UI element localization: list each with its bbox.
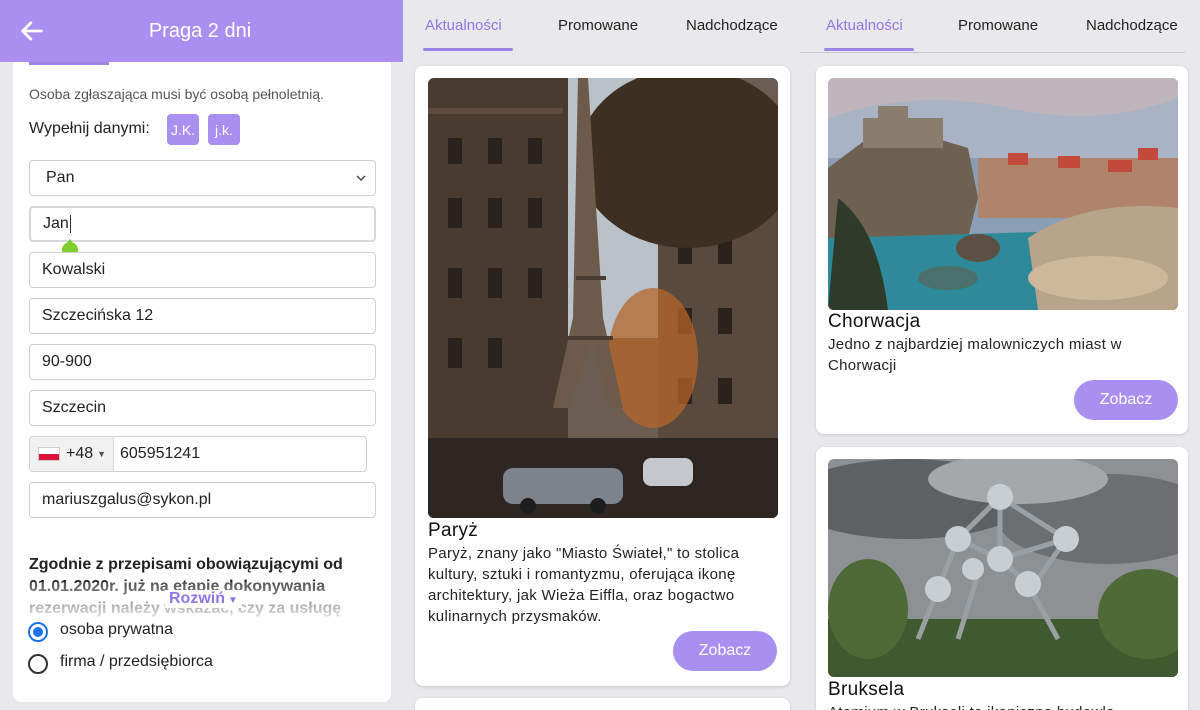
postal-code-value: 90-900 bbox=[42, 353, 92, 370]
card-title: Paryż bbox=[428, 520, 479, 541]
booking-form-screen: Praga 2 dni Osoba zgłaszająca musi być o… bbox=[0, 0, 403, 710]
card-description-line: kultury, sztuki i romantyzmu, oferująca … bbox=[428, 566, 736, 583]
tab-divider bbox=[800, 52, 1185, 53]
poland-flag-icon bbox=[38, 447, 60, 461]
last-name-field[interactable]: Kowalski bbox=[29, 252, 376, 288]
tab-promoted[interactable]: Promowane bbox=[558, 17, 638, 34]
trip-card-croatia[interactable]: Chorwacja Jedno z najbardziej malowniczy… bbox=[816, 66, 1188, 434]
salutation-value: Pan bbox=[46, 169, 75, 186]
card-description-line: kulinarnych przysmaków. bbox=[428, 608, 602, 625]
card-description: Jedno z najbardziej malowniczych miast w… bbox=[828, 334, 1178, 376]
age-note: Osoba zgłaszająca musi być osobą pełnole… bbox=[29, 86, 324, 102]
last-name-value: Kowalski bbox=[42, 261, 106, 278]
card-title: Chorwacja bbox=[828, 311, 921, 332]
card-description-line: Jedno z najbardziej malowniczych miast w bbox=[828, 336, 1122, 353]
card-description-line: Paryż, znany jako "Miasto Świateł," to s… bbox=[428, 545, 740, 562]
radio-label-company: firma / przedsiębiorca bbox=[60, 653, 213, 670]
email-field[interactable]: mariuszgalus@sykon.pl bbox=[29, 482, 376, 518]
trip-card-paris[interactable]: Paryż Paryż, znany jako "Miasto Świateł,… bbox=[415, 66, 790, 686]
active-tab-indicator bbox=[423, 48, 513, 51]
app-header: Praga 2 dni bbox=[0, 0, 403, 62]
tab-upcoming[interactable]: Nadchodzące bbox=[686, 17, 788, 34]
caret-down-icon: ▼ bbox=[97, 449, 107, 459]
chevron-down-icon bbox=[356, 175, 366, 181]
card-description-line: Atomium w Brukseli to ikoniczna budowla bbox=[828, 702, 1178, 710]
expand-label: Rozwiń bbox=[169, 590, 225, 607]
radio-company[interactable] bbox=[28, 654, 48, 674]
card-description: Paryż, znany jako "Miasto Świateł," to s… bbox=[428, 543, 778, 627]
tab-news[interactable]: Aktualności bbox=[826, 17, 903, 34]
fill-chip-1[interactable]: J.K. bbox=[167, 114, 199, 145]
radio-label-private: osoba prywatna bbox=[60, 621, 173, 638]
fill-with-data-label: Wypełnij danymi: bbox=[29, 120, 150, 137]
see-button[interactable]: Zobacz bbox=[673, 631, 777, 671]
email-value: mariuszgalus@sykon.pl bbox=[42, 491, 212, 508]
first-name-value: Jan bbox=[43, 215, 69, 232]
street-value: Szczecińska 12 bbox=[42, 307, 154, 324]
tab-promoted[interactable]: Promowane bbox=[958, 17, 1038, 34]
city-field[interactable]: Szczecin bbox=[29, 390, 376, 426]
text-cursor bbox=[69, 215, 71, 233]
first-name-field[interactable]: Jan bbox=[29, 206, 376, 242]
street-field[interactable]: Szczecińska 12 bbox=[29, 298, 376, 334]
form-card: Osoba zgłaszająca musi być osobą pełnole… bbox=[13, 62, 391, 702]
radio-private-person[interactable] bbox=[28, 622, 48, 642]
country-code-picker[interactable]: +48 ▼ bbox=[30, 437, 114, 471]
fill-chip-2[interactable]: j.k. bbox=[208, 114, 240, 145]
news-screen-2: Aktualności Promowane Nadchodzące Chorwa… bbox=[800, 0, 1200, 710]
paris-image bbox=[428, 78, 778, 518]
tab-upcoming[interactable]: Nadchodzące bbox=[1086, 17, 1186, 34]
postal-code-field[interactable]: 90-900 bbox=[29, 344, 376, 380]
trip-card-next[interactable] bbox=[415, 698, 790, 710]
news-screen-1: Aktualności Promowane Nadchodzące Paryż … bbox=[403, 0, 800, 710]
phone-value: 605951241 bbox=[120, 445, 201, 462]
dial-code: +48 bbox=[66, 445, 94, 462]
card-description: Atomium w Brukseli to ikoniczna budowla bbox=[828, 702, 1178, 710]
active-tab-indicator bbox=[824, 48, 914, 51]
page-title: Praga 2 dni bbox=[148, 20, 252, 42]
card-title: Bruksela bbox=[828, 679, 905, 700]
croatia-image bbox=[828, 78, 1178, 310]
caret-down-icon: ▼ bbox=[228, 595, 238, 606]
city-value: Szczecin bbox=[42, 399, 107, 416]
back-arrow-icon[interactable] bbox=[18, 17, 46, 45]
tab-news[interactable]: Aktualności bbox=[425, 17, 502, 34]
section-divider bbox=[29, 62, 109, 65]
phone-field[interactable]: +48 ▼ 605951241 bbox=[29, 436, 367, 472]
trip-card-brussels[interactable]: Bruksela Atomium w Brukseli to ikoniczna… bbox=[816, 447, 1188, 710]
brussels-image bbox=[828, 459, 1178, 677]
see-button[interactable]: Zobacz bbox=[1074, 380, 1178, 420]
salutation-select[interactable]: Pan bbox=[29, 160, 376, 196]
card-description-line: Chorwacji bbox=[828, 357, 897, 374]
expand-button[interactable]: Rozwiń ▼ bbox=[165, 590, 242, 608]
card-description-line: architektury, jak Wieża Eiffla, oraz bog… bbox=[428, 587, 735, 604]
